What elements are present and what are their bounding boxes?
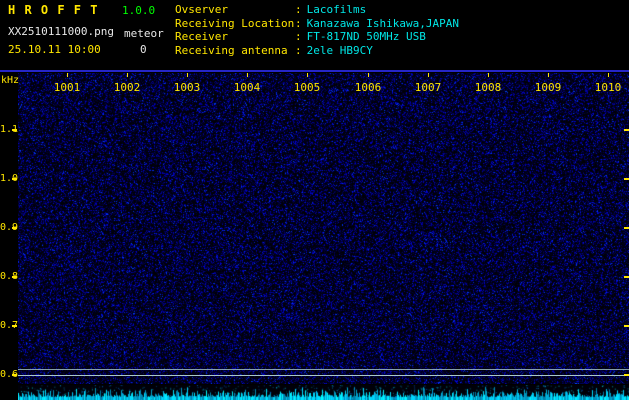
signal-level-meter — [18, 385, 629, 400]
info-row-observer: Ovserver: Lacofilms — [175, 3, 459, 17]
app-version: 1.0.0 — [122, 4, 155, 17]
time-tick — [548, 73, 549, 77]
time-tick — [368, 73, 369, 77]
time-tick — [187, 73, 188, 77]
freq-tick-right — [624, 325, 629, 327]
info-label: Receiver — [175, 30, 295, 44]
time-tick-label: 1008 — [470, 81, 506, 94]
info-value: 2ele HB9CY — [307, 44, 373, 57]
freq-tick — [12, 129, 17, 131]
time-tick-label: 1002 — [109, 81, 145, 94]
mode-label: meteor — [124, 27, 164, 40]
time-tick — [428, 73, 429, 77]
freq-tick-right — [624, 276, 629, 278]
time-tick-label: 1001 — [49, 81, 85, 94]
time-tick-label: 1003 — [169, 81, 205, 94]
freq-tick-right — [624, 129, 629, 131]
signal-level-canvas — [18, 385, 629, 400]
header-separator-line — [0, 70, 629, 72]
freq-tick — [12, 178, 17, 180]
time-tick — [127, 73, 128, 77]
time-tick — [608, 73, 609, 77]
freq-tick — [12, 276, 17, 278]
info-row-antenna: Receiving antenna:2ele HB9CY — [175, 44, 459, 58]
info-row-location: Receiving Location: Kanazawa Ishikawa,JAP… — [175, 17, 459, 31]
freq-tick — [12, 227, 17, 229]
time-tick — [247, 73, 248, 77]
time-tick-label: 1007 — [410, 81, 446, 94]
info-row-receiver: Receiver: FT-817ND 50MHz USB — [175, 30, 459, 44]
spectrogram-plot: 1001 1002 1003 1004 1005 1006 1007 1008 … — [18, 73, 629, 384]
freq-tick-right — [624, 227, 629, 229]
time-tick — [67, 73, 68, 77]
info-value: Lacofilms — [307, 3, 367, 16]
info-label: Ovserver — [175, 3, 295, 17]
info-colon: : — [295, 17, 302, 30]
reference-line-upper — [18, 369, 629, 370]
freq-tick-right — [624, 374, 629, 376]
time-tick-label: 1009 — [530, 81, 566, 94]
observation-datetime: 25.10.11 10:00 — [8, 43, 101, 56]
time-tick — [488, 73, 489, 77]
hrofft-window: H R O F F T 1.0.0 XX2510111000.png meteo… — [0, 0, 629, 400]
app-title: H R O F F T — [8, 3, 98, 17]
info-label: Receiving antenna — [175, 44, 295, 58]
info-value: FT-817ND 50MHz USB — [307, 30, 426, 43]
info-colon: : — [295, 3, 302, 16]
station-info: Ovserver: Lacofilms Receiving Location: Ka… — [175, 3, 459, 57]
info-colon: : — [295, 44, 302, 57]
info-colon: : — [295, 30, 302, 43]
spectrogram-noise-canvas — [18, 73, 629, 384]
time-tick-label: 1010 — [590, 81, 626, 94]
freq-tick-right — [624, 178, 629, 180]
freq-tick — [12, 325, 17, 327]
time-tick-label: 1006 — [350, 81, 386, 94]
info-label: Receiving Location — [175, 17, 295, 31]
reference-line-lower — [18, 375, 629, 376]
output-filename: XX2510111000.png — [8, 25, 114, 38]
freq-unit-label: kHz — [1, 75, 19, 86]
time-tick — [307, 73, 308, 77]
echo-count: 0 — [140, 43, 147, 56]
freq-tick — [12, 374, 17, 376]
info-value: Kanazawa Ishikawa,JAPAN — [307, 17, 459, 30]
time-tick-label: 1005 — [289, 81, 325, 94]
time-tick-label: 1004 — [229, 81, 265, 94]
